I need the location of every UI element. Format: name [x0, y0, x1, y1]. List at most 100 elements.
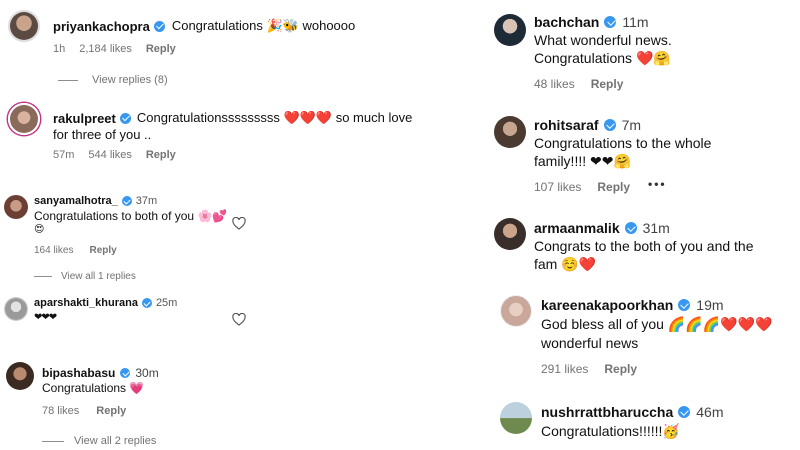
avatar-image: [501, 296, 531, 326]
comment-header: rohitsaraf 7m: [534, 117, 641, 133]
avatar[interactable]: [4, 297, 28, 321]
comment-text: Congratulations to the whole: [534, 135, 712, 151]
verified-badge-icon: [153, 20, 165, 32]
comment-text-continued: family!!!! ❤❤🤗: [534, 153, 631, 169]
comment-text: Congratulationsssssssss ❤️❤️❤️ so much l…: [136, 110, 413, 125]
like-count[interactable]: 78 likes: [42, 405, 79, 417]
divider: [34, 276, 52, 277]
reply-button[interactable]: Reply: [96, 405, 126, 417]
verified-badge-icon: [120, 368, 131, 378]
reply-button[interactable]: Reply: [89, 245, 116, 256]
username[interactable]: aparshakti_khurana: [34, 297, 138, 309]
verified-badge-icon: [678, 299, 691, 311]
heart-outline-icon[interactable]: [232, 216, 246, 230]
view-replies-button[interactable]: View all 1 replies: [34, 271, 136, 282]
verified-badge-icon: [603, 119, 616, 131]
avatar-image: [10, 12, 38, 40]
avatar[interactable]: [8, 103, 40, 135]
comment-header: armaanmalik 31m: [534, 220, 670, 236]
verified-badge-icon: [624, 222, 637, 234]
view-replies-button[interactable]: View all 2 replies: [42, 435, 156, 447]
comment-header: rakulpreet Congratulationsssssssss ❤️❤️❤…: [53, 110, 412, 126]
like-count[interactable]: 2,184 likes: [79, 43, 132, 55]
divider: [42, 440, 64, 442]
username[interactable]: priyankachopra: [53, 19, 150, 34]
comment-text: What wonderful news.: [534, 32, 672, 48]
verified-badge-icon: [141, 298, 152, 308]
username[interactable]: kareenakapoorkhan: [541, 297, 673, 313]
comment-header: aparshakti_khurana 25m: [34, 297, 177, 309]
reply-button[interactable]: Reply: [591, 77, 624, 91]
comment-time: 25m: [155, 297, 178, 309]
like-count[interactable]: 291 likes: [541, 362, 588, 376]
reply-button[interactable]: Reply: [597, 180, 630, 194]
reply-button[interactable]: Reply: [146, 43, 176, 55]
more-options-icon[interactable]: •••: [648, 177, 667, 191]
comment-meta: 57m 544 likes Reply: [53, 149, 176, 161]
avatar[interactable]: [494, 116, 526, 148]
comment-meta: 78 likes Reply: [42, 405, 126, 417]
comment-time: 11m: [622, 14, 649, 30]
comment-time: 30m: [135, 366, 159, 380]
view-replies-button[interactable]: View replies (8): [58, 74, 168, 86]
reply-button[interactable]: Reply: [604, 362, 637, 376]
comment-text-continued: for three of you ..: [53, 127, 152, 142]
comment-time[interactable]: 57m: [53, 149, 74, 161]
divider: [58, 79, 78, 81]
heart-outline-icon[interactable]: [232, 312, 246, 326]
avatar-image: [10, 105, 38, 133]
username[interactable]: sanyamalhotra_: [34, 195, 118, 207]
comment-time: 19m: [696, 297, 724, 313]
comment-time: 37m: [135, 195, 158, 207]
username[interactable]: bachchan: [534, 14, 599, 30]
comment-meta: 291 likes Reply: [541, 362, 637, 376]
like-count[interactable]: 164 likes: [34, 245, 73, 256]
comment-header: nushrrattbharuccha 46m: [541, 404, 723, 420]
avatar[interactable]: [494, 218, 526, 250]
verified-badge-icon: [121, 196, 132, 206]
username[interactable]: rohitsaraf: [534, 117, 599, 133]
comment-time[interactable]: 1h: [53, 43, 65, 55]
comment-text-continued: Congratulations ❤️🤗: [534, 50, 671, 66]
comment-time: 7m: [621, 117, 642, 133]
verified-badge-icon: [678, 406, 691, 418]
view-replies-label: View replies (8): [92, 74, 168, 86]
avatar[interactable]: [494, 14, 526, 46]
comment-header: bachchan 11m: [534, 14, 649, 30]
comment-text: Congratulations!!!!!!🥳: [541, 423, 680, 439]
avatar-image: [494, 14, 526, 46]
like-count[interactable]: 107 likes: [534, 180, 581, 194]
avatar[interactable]: [500, 402, 532, 434]
comment-meta: 1h 2,184 likes Reply: [53, 43, 176, 55]
like-count[interactable]: 544 likes: [88, 149, 131, 161]
avatar[interactable]: [8, 10, 40, 42]
avatar-image: [494, 116, 526, 148]
comment-time: 46m: [696, 404, 724, 420]
comment-header: priyankachopra Congratulations 🎉🐝 wohooo…: [53, 18, 355, 34]
view-replies-label: View all 2 replies: [74, 435, 157, 447]
comment-text: Congrats to the both of you and the: [534, 238, 754, 254]
comment-text: Congratulations 🎉🐝 wohoooo: [171, 18, 356, 33]
avatar-image: [500, 402, 532, 434]
comment-text: Congratulations to both of you 🌸💕: [34, 209, 228, 223]
username[interactable]: rakulpreet: [53, 111, 116, 126]
username[interactable]: bipashabasu: [42, 366, 115, 380]
verified-badge-icon: [604, 16, 617, 28]
comment-text: ❤❤❤: [34, 312, 57, 323]
like-count[interactable]: 48 likes: [534, 77, 575, 91]
comment-meta: 48 likes Reply: [534, 77, 623, 91]
avatar-image: [6, 362, 34, 390]
reply-button[interactable]: Reply: [146, 149, 176, 161]
comment-text-continued: wonderful news: [541, 335, 639, 351]
comment-text-continued: fam ☺️❤️: [534, 256, 597, 272]
comment-text: Congratulations 💗: [42, 381, 145, 395]
comment-header: kareenakapoorkhan 19m: [541, 297, 724, 313]
comment-text: God bless all of you 🌈🌈🌈❤️❤️❤️: [541, 316, 773, 332]
username[interactable]: armaanmalik: [534, 220, 620, 236]
avatar[interactable]: [6, 362, 34, 390]
avatar[interactable]: [4, 195, 28, 219]
avatar[interactable]: [500, 295, 532, 327]
view-replies-label: View all 1 replies: [61, 271, 136, 282]
username[interactable]: nushrrattbharuccha: [541, 404, 673, 420]
comment-meta: 107 likes Reply: [534, 180, 630, 194]
